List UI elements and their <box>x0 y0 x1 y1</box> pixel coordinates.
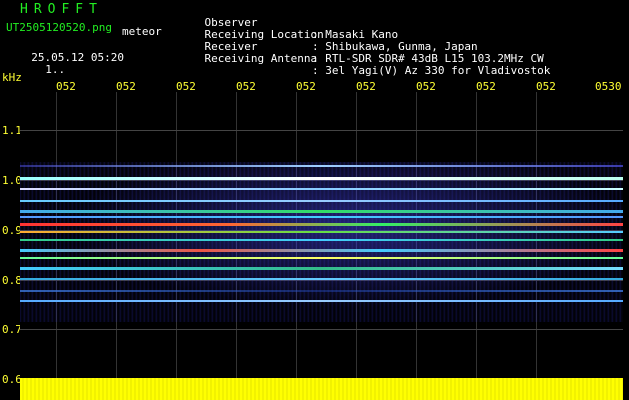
signal-band <box>20 300 623 302</box>
signal-band <box>20 210 623 213</box>
signal-band <box>20 223 623 226</box>
signal-band <box>20 231 623 233</box>
signal-noise <box>20 162 623 322</box>
signal-band <box>20 267 623 270</box>
grid-line <box>20 329 623 330</box>
grid-line <box>20 130 623 131</box>
amplitude-strip <box>20 378 623 400</box>
y-tick: 0.6 <box>2 373 22 386</box>
file-name: UT2505120520.png <box>6 21 112 34</box>
detection-tag: meteor <box>122 25 162 38</box>
y-axis-unit: kHz <box>2 71 22 84</box>
info-value: : 3el Yagi(V) Az 330 for Vladivostok <box>312 64 551 77</box>
extra-value: 1.. <box>45 63 66 76</box>
date-time: 25.05.12 05:20 1.. <box>18 40 124 76</box>
info-label: Receiving Antenna <box>204 52 318 65</box>
signal-band <box>20 239 623 241</box>
signal-band <box>20 177 623 180</box>
signal-band <box>20 257 623 259</box>
y-tick: 0.9 <box>2 224 22 237</box>
y-tick: 0.8 <box>2 274 22 287</box>
signal-band <box>20 165 623 167</box>
y-tick: 1.0 <box>2 174 22 187</box>
y-tick: 0.7 <box>2 323 22 336</box>
signal-band <box>20 249 623 252</box>
signal-band <box>20 188 623 190</box>
signal-band <box>20 290 623 292</box>
spectrogram <box>20 92 623 400</box>
signal-band <box>20 216 623 218</box>
app-brand: HROFFT <box>20 2 103 17</box>
signal-band <box>20 278 623 280</box>
y-tick: 1.1 <box>2 124 22 137</box>
signal-band <box>20 200 623 202</box>
